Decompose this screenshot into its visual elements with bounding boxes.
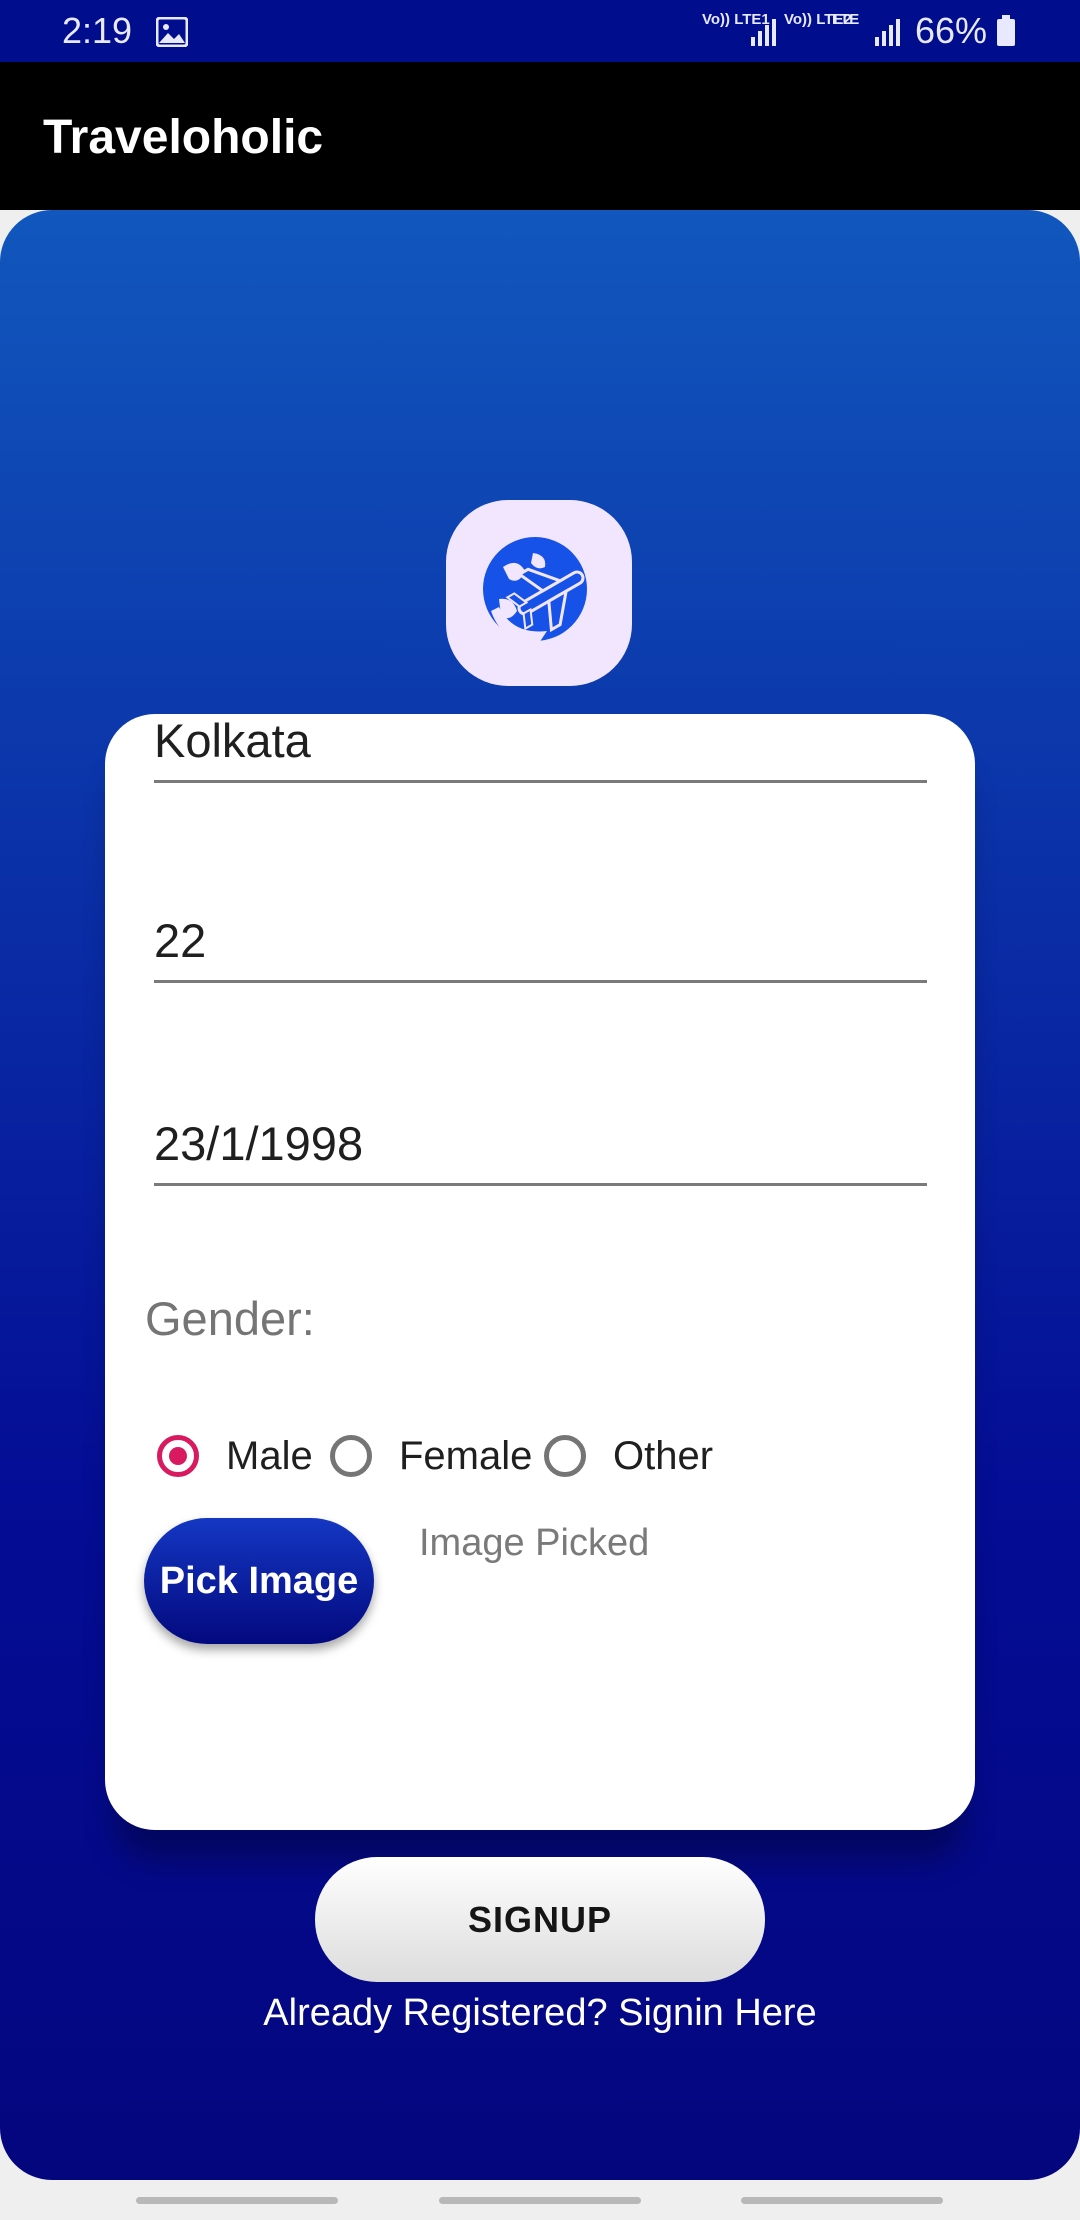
signup-button[interactable]: SIGNUP bbox=[315, 1857, 765, 1982]
app-logo bbox=[446, 500, 632, 686]
dob-value: 23/1/1998 bbox=[154, 1117, 364, 1170]
radio-unchecked-icon bbox=[544, 1435, 586, 1477]
signin-link[interactable]: Already Registered? Signin Here bbox=[0, 1992, 1080, 2035]
radio-male-label: Male bbox=[226, 1434, 313, 1478]
signal-bars-icon bbox=[874, 14, 900, 56]
app-bar: Traveloholic bbox=[0, 62, 1080, 210]
battery-percent: 66% bbox=[915, 10, 988, 51]
nav-recents-indicator[interactable] bbox=[136, 2197, 338, 2204]
age-value: 22 bbox=[154, 914, 207, 967]
dob-field[interactable]: 23/1/1998 bbox=[154, 1107, 927, 1186]
signup-screen: Kolkata 22 23/1/1998 Gender: Male Female… bbox=[0, 210, 1080, 2180]
radio-other-label: Other bbox=[613, 1434, 714, 1478]
nav-back-indicator[interactable] bbox=[741, 2197, 943, 2204]
status-time: 2:19 bbox=[62, 10, 133, 51]
gender-label: Gender: bbox=[145, 1292, 315, 1345]
network-lte-label: LTE bbox=[832, 11, 860, 28]
image-status-text: Image Picked bbox=[419, 1522, 650, 1564]
radio-checked-icon bbox=[157, 1435, 199, 1477]
signup-form-card: Kolkata 22 23/1/1998 Gender: Male Female… bbox=[105, 714, 975, 1830]
city-field[interactable]: Kolkata bbox=[154, 714, 927, 783]
status-bar: 2:19 Vo)) LTE1 Vo)) LTE2 LTE 66% bbox=[0, 0, 1080, 62]
app-title: Traveloholic bbox=[43, 111, 324, 164]
city-value: Kolkata bbox=[154, 714, 311, 767]
age-field[interactable]: 22 bbox=[154, 904, 927, 983]
battery-icon bbox=[996, 14, 1016, 56]
globe-airplane-icon bbox=[483, 537, 587, 644]
radio-female-label: Female bbox=[399, 1434, 533, 1478]
gallery-icon bbox=[155, 14, 189, 56]
signal-bars-icon bbox=[750, 14, 776, 56]
radio-unchecked-icon bbox=[330, 1435, 372, 1477]
pick-image-button[interactable]: Pick Image bbox=[144, 1518, 374, 1644]
nav-home-indicator[interactable] bbox=[439, 2197, 641, 2204]
